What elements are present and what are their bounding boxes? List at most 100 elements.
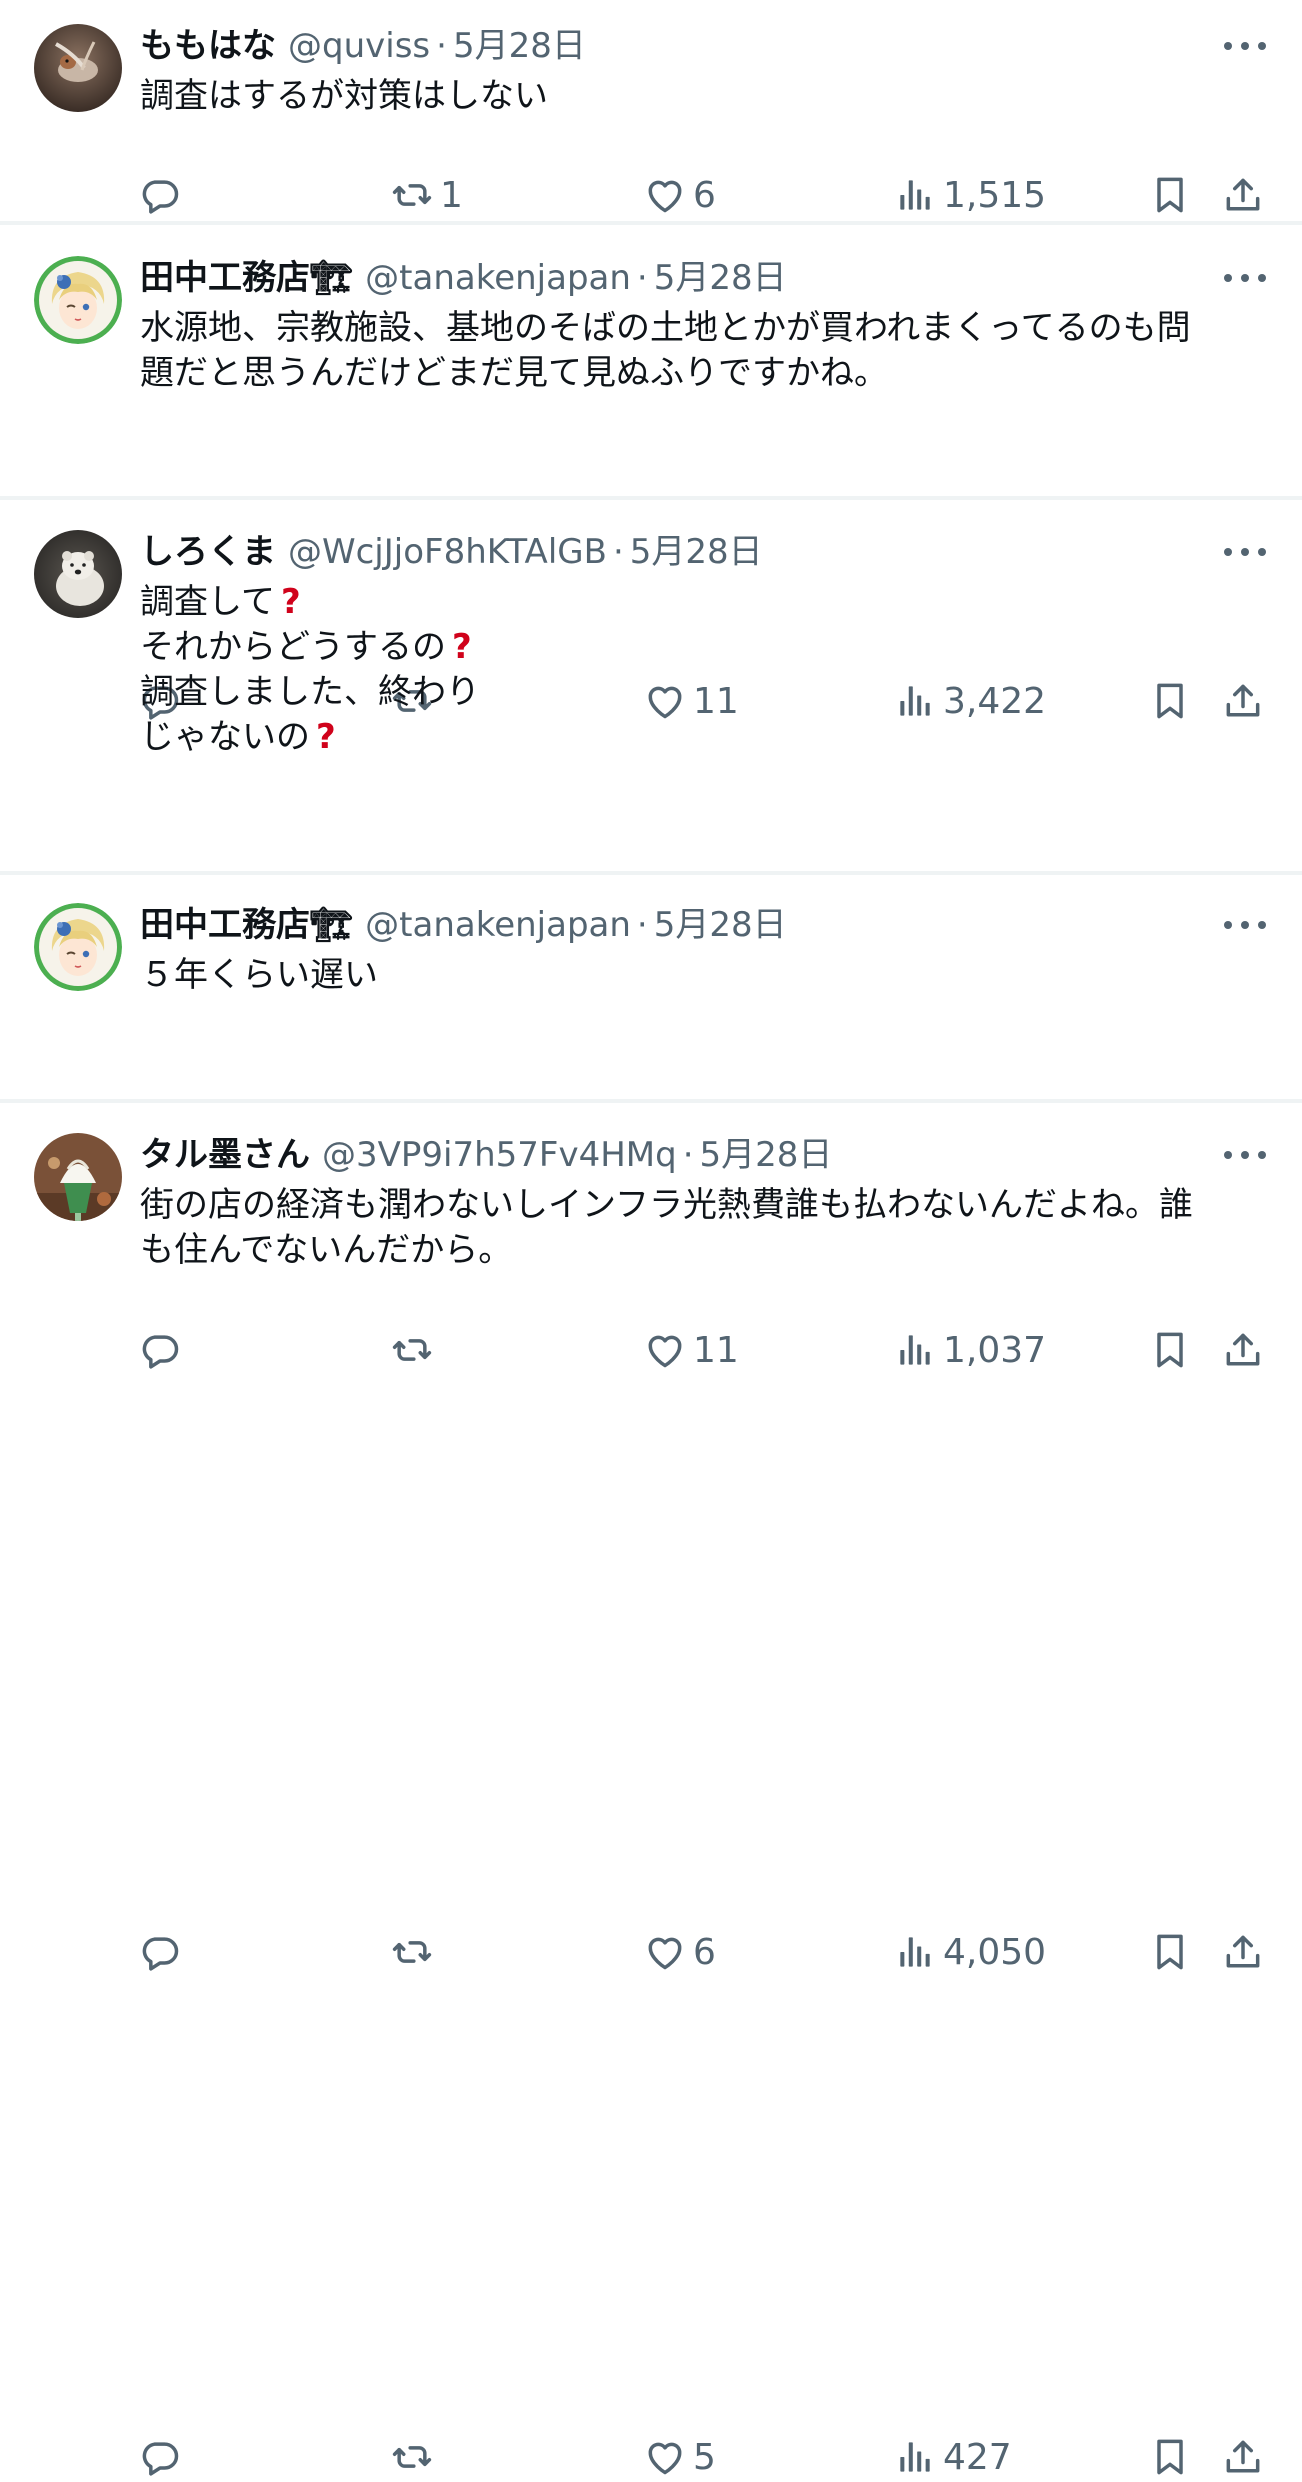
like-icon <box>643 2435 687 2479</box>
post-text-content: 題だと思うんだけどまだ見て見ぬふりですかね。 <box>140 353 888 393</box>
post-text-content: も住んでないんだから。 <box>140 1230 513 1270</box>
display-name[interactable]: 田中工務店🏗 <box>140 254 353 302</box>
reply-button[interactable] <box>138 170 188 220</box>
bookmark-button[interactable] <box>1148 170 1192 220</box>
user-handle[interactable]: @tanakenjapan <box>365 254 631 302</box>
question-mark-emoji: ? <box>452 627 472 667</box>
display-name[interactable]: タル墨さん <box>140 1131 310 1179</box>
views-button[interactable]: 4,050 <box>893 1927 1046 1977</box>
like-count: 6 <box>693 174 716 216</box>
post-text-content: それからどうするの <box>140 627 446 667</box>
like-icon <box>643 1930 687 1974</box>
reply-icon <box>138 173 182 217</box>
more-icon[interactable] <box>1224 909 1266 941</box>
more-icon[interactable] <box>1224 30 1266 62</box>
reply-post[interactable]: 田中工務店🏗 @tanakenjapan · 5月28日 水源地、宗教施設、基地のそばの… <box>0 254 1302 722</box>
post-text-line: 街の店の経済も潤わないしインフラ光熱費誰も払わないんだよね。誰 <box>140 1183 1280 1228</box>
views-button[interactable]: 427 <box>893 2432 1012 2482</box>
user-handle[interactable]: @WcjJjoF8hKTAlGB <box>288 528 607 576</box>
reply-post[interactable]: タル墨さん @3VP9i7h57Fv4HMq · 5月28日 街の店の経済も潤わないしイ… <box>0 1131 1302 2478</box>
views-count: 4,050 <box>943 1931 1047 1973</box>
share-button[interactable] <box>1221 2432 1265 2482</box>
post-header: しろくま @WcjJjoF8hKTAlGB · 5月28日 <box>140 528 763 576</box>
post-text-content: 調査しました、終わり <box>140 672 480 712</box>
post-header: 田中工務店🏗 @tanakenjapan · 5月28日 <box>140 254 787 302</box>
post-divider <box>0 221 1302 225</box>
display-name[interactable]: ももはな <box>140 22 276 70</box>
question-mark-emoji: ? <box>316 717 336 757</box>
like-count: 6 <box>693 1931 716 1973</box>
post-date[interactable]: 5月28日 <box>630 528 763 576</box>
share-icon <box>1221 2435 1265 2479</box>
post-text-content: 調査して <box>140 582 275 622</box>
post-text-content: 調査はするが対策はしない <box>140 76 548 116</box>
post-text: 街の店の経済も潤わないしインフラ光熱費誰も払わないんだよね。誰 も住んでないんだか… <box>140 1183 1280 1273</box>
separator-dot: · <box>636 905 648 945</box>
views-icon <box>893 173 937 217</box>
views-icon <box>893 2435 937 2479</box>
user-avatar[interactable] <box>34 24 122 112</box>
post-text-content: 水源地、宗教施設、基地のそばの土地とかが買われまくってるのも問 <box>140 308 1191 348</box>
post-text-content: じゃないの <box>140 717 310 757</box>
post-date[interactable]: 5月28日 <box>654 901 787 949</box>
post-text-line: も住んでないんだから。 <box>140 1228 1280 1273</box>
post-divider <box>0 496 1302 500</box>
post-text-line: 水源地、宗教施設、基地のそばの土地とかが買われまくってるのも問 <box>140 306 1280 351</box>
repost-button[interactable] <box>390 1927 440 1977</box>
repost-icon <box>390 173 434 217</box>
reply-button[interactable] <box>138 2432 188 2482</box>
bookmark-icon <box>1148 1930 1192 1974</box>
more-icon[interactable] <box>1224 536 1266 568</box>
views-button[interactable]: 1,515 <box>893 170 1046 220</box>
post-date[interactable]: 5月28日 <box>654 254 787 302</box>
like-icon <box>643 173 687 217</box>
share-button[interactable] <box>1221 1927 1265 1977</box>
post-text-line: 調査しました、終わり <box>140 670 1280 715</box>
repost-icon <box>390 1930 434 1974</box>
like-button[interactable]: 6 <box>643 1927 716 1977</box>
reply-icon <box>138 2435 182 2479</box>
user-avatar[interactable] <box>34 903 122 991</box>
display-name[interactable]: しろくま <box>140 528 276 576</box>
post-text-line: ５年くらい遅い <box>140 953 1280 998</box>
display-name[interactable]: 田中工務店🏗 <box>140 901 353 949</box>
repost-count: 1 <box>440 174 463 216</box>
more-icon[interactable] <box>1224 262 1266 294</box>
post-text-content: ５年くらい遅い <box>140 955 378 995</box>
post-header: ももはな @quviss · 5月28日 <box>140 22 586 70</box>
post-text: 水源地、宗教施設、基地のそばの土地とかが買われまくってるのも問 題だと思うんだけど… <box>140 306 1280 396</box>
post-text-line: 調査はするが対策はしない <box>140 74 1280 119</box>
post-date[interactable]: 5月28日 <box>700 1131 833 1179</box>
reply-button[interactable] <box>138 1927 188 1977</box>
post-text: 調査して? それからどうするの? 調査しました、終わり じゃないの? <box>140 580 1280 760</box>
post-text-content: 街の店の経済も潤わないしインフラ光熱費誰も払わないんだよね。誰 <box>140 1185 1193 1225</box>
reply-post[interactable]: しろくま @WcjJjoF8hKTAlGB · 5月28日 調査して? それからどうするの… <box>0 528 1302 1371</box>
like-button[interactable]: 6 <box>643 170 716 220</box>
post-date[interactable]: 5月28日 <box>453 22 586 70</box>
user-handle[interactable]: @quviss <box>288 22 430 70</box>
separator-dot: · <box>636 258 648 298</box>
views-icon <box>893 1930 937 1974</box>
separator-dot: · <box>682 1135 694 1175</box>
repost-button[interactable]: 1 <box>390 170 463 220</box>
action-bar: 1 6 1,515 <box>0 170 1302 220</box>
user-avatar[interactable] <box>34 1133 122 1221</box>
share-button[interactable] <box>1221 170 1265 220</box>
repost-button[interactable] <box>390 2432 440 2482</box>
user-handle[interactable]: @3VP9i7h57Fv4HMq <box>322 1131 677 1179</box>
bookmark-button[interactable] <box>1148 1927 1192 1977</box>
like-button[interactable]: 5 <box>643 2432 716 2482</box>
post-text: ５年くらい遅い <box>140 953 1280 998</box>
post-header: 田中工務店🏗 @tanakenjapan · 5月28日 <box>140 901 787 949</box>
views-count: 1,515 <box>943 174 1047 216</box>
post-text: 調査はするが対策はしない <box>140 74 1280 119</box>
more-icon[interactable] <box>1224 1139 1266 1171</box>
user-avatar[interactable] <box>34 530 122 618</box>
bookmark-button[interactable] <box>1148 2432 1192 2482</box>
user-handle[interactable]: @tanakenjapan <box>365 901 631 949</box>
user-avatar[interactable] <box>34 256 122 344</box>
views-count: 427 <box>943 2436 1012 2478</box>
bookmark-icon <box>1148 173 1192 217</box>
like-count: 5 <box>693 2436 716 2478</box>
post-header: タル墨さん @3VP9i7h57Fv4HMq · 5月28日 <box>140 1131 832 1179</box>
